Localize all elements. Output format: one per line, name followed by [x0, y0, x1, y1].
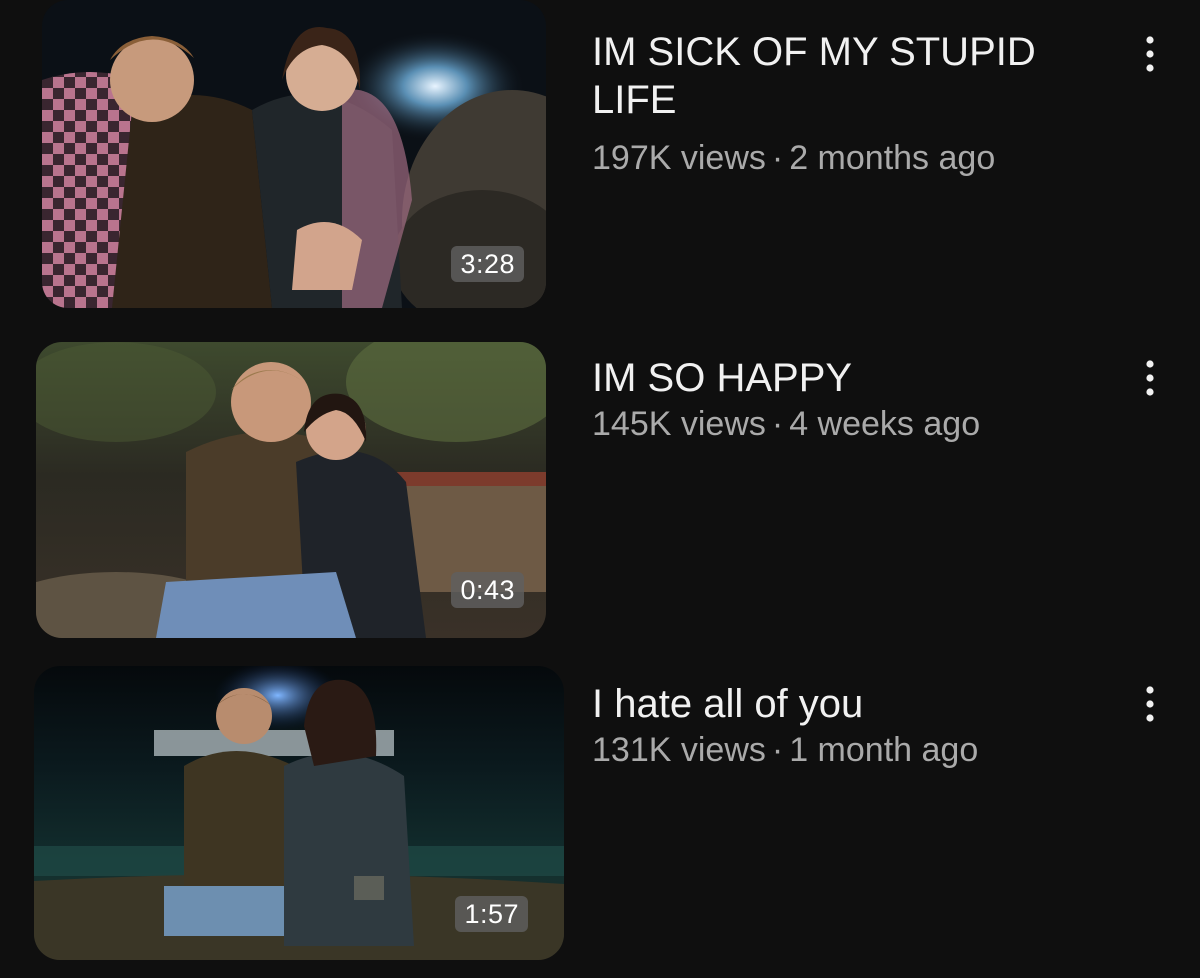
- more-vertical-icon: [1146, 686, 1154, 722]
- view-count: 145K views: [592, 405, 766, 443]
- upload-age: 1 month ago: [789, 731, 979, 769]
- meta-separator: ·: [771, 405, 784, 443]
- duration-badge: 3:28: [451, 246, 524, 282]
- video-title[interactable]: IM SO HAPPY: [592, 354, 1112, 402]
- more-vertical-icon: [1146, 36, 1154, 72]
- video-list: 3:28 IM SICK OF MY STUPID LIFE 197K view…: [0, 0, 1200, 978]
- duration-badge: 0:43: [451, 572, 524, 608]
- meta-separator: ·: [771, 139, 784, 177]
- duration-badge: 1:57: [455, 896, 528, 932]
- video-item[interactable]: 0:43 IM SO HAPPY 145K views · 4 weeks ago: [0, 340, 1200, 650]
- video-item[interactable]: 3:28 IM SICK OF MY STUPID LIFE 197K view…: [0, 0, 1200, 320]
- view-count: 131K views: [592, 731, 766, 769]
- video-title[interactable]: I hate all of you: [592, 680, 1112, 728]
- video-metadata: 197K views · 2 months ago: [592, 138, 995, 178]
- video-metadata: 131K views · 1 month ago: [592, 730, 978, 770]
- video-metadata: 145K views · 4 weeks ago: [592, 404, 980, 444]
- upload-age: 2 months ago: [789, 139, 996, 177]
- more-options-button[interactable]: [1130, 358, 1170, 398]
- more-options-button[interactable]: [1130, 684, 1170, 724]
- upload-age: 4 weeks ago: [789, 405, 981, 443]
- meta-separator: ·: [771, 731, 784, 769]
- video-title[interactable]: IM SICK OF MY STUPID LIFE: [592, 28, 1112, 124]
- video-thumbnail[interactable]: 3:28: [42, 0, 546, 308]
- video-thumbnail[interactable]: 1:57: [34, 666, 564, 960]
- video-thumbnail[interactable]: 0:43: [36, 342, 546, 638]
- more-vertical-icon: [1146, 360, 1154, 396]
- view-count: 197K views: [592, 139, 766, 177]
- video-item[interactable]: 1:57 I hate all of you 131K views · 1 mont…: [0, 664, 1200, 964]
- more-options-button[interactable]: [1130, 34, 1170, 74]
